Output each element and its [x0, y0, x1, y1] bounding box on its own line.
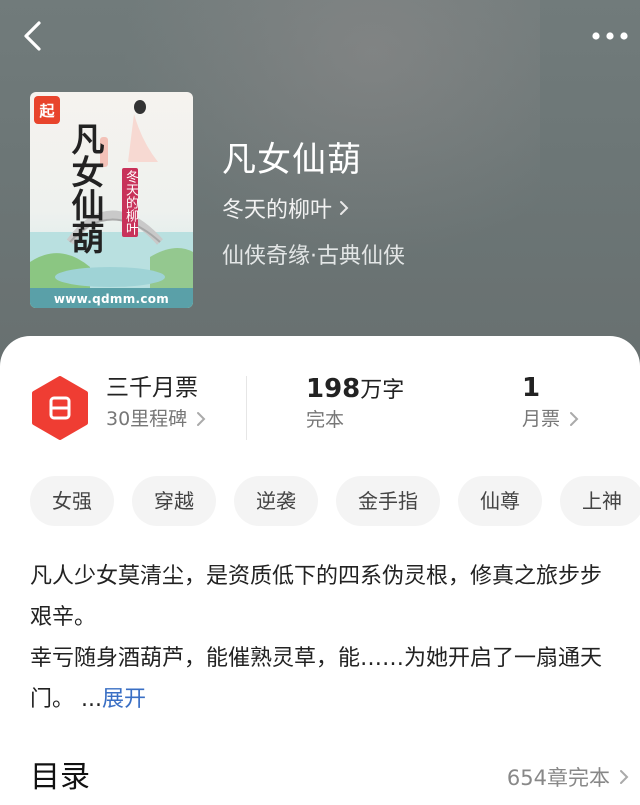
tag-chip[interactable]: 上神	[560, 476, 640, 526]
ticket-title: 三千月票	[106, 375, 198, 401]
book-genre: 仙侠奇缘·古典仙侠	[222, 244, 405, 269]
stats-divider	[246, 376, 247, 440]
word-count: 198万字 完本	[306, 372, 404, 435]
stats-row: 三千月票 30里程碑 198万字 完本 1 月票	[30, 372, 630, 452]
table-of-contents-row[interactable]: 目录 654章完本	[30, 756, 630, 800]
cover-url-text: www.qdmm.com	[53, 292, 170, 306]
more-options-button[interactable]	[588, 24, 632, 48]
word-count-number: 198	[306, 374, 361, 404]
word-count-unit: 万字	[360, 378, 405, 403]
chevron-right-icon	[570, 412, 579, 426]
tag-list: 女强 穿越 逆袭 金手指 仙尊 上神	[30, 476, 640, 526]
tag-chip[interactable]: 仙尊	[458, 476, 542, 526]
toc-title: 目录	[30, 760, 90, 795]
toc-chapter-count[interactable]: 654章完本	[507, 762, 630, 792]
ticket-milestone[interactable]: 三千月票 30里程碑	[106, 372, 207, 434]
tag-chip[interactable]: 金手指	[336, 476, 440, 526]
synopsis-line-1: 凡人少女莫清尘，是资质低下的四系伪灵根，修真之旅步步艰辛。	[30, 564, 603, 630]
cover-author-text: 冬天的柳叶	[122, 168, 138, 237]
chevron-right-icon	[340, 201, 349, 215]
tag-chip[interactable]: 逆袭	[234, 476, 318, 526]
tag-chip[interactable]: 穿越	[132, 476, 216, 526]
book-title: 凡女仙葫	[222, 140, 362, 180]
book-detail-panel: 三千月票 30里程碑 198万字 完本 1 月票 女强 穿越 逆袭 金手指 仙尊 上神	[0, 336, 640, 805]
cover-illustration	[30, 100, 193, 308]
toc-meta-text: 654章完本	[506, 766, 610, 790]
tag-chip[interactable]: 女强	[30, 476, 114, 526]
monthly-ticket-icon	[32, 376, 88, 440]
back-button[interactable]	[18, 20, 50, 52]
chevron-right-icon	[620, 770, 629, 784]
synopsis-ellipsis: ...	[81, 687, 102, 712]
monthly-votes[interactable]: 1 月票	[522, 372, 580, 434]
chevron-left-icon	[24, 21, 41, 51]
book-synopsis: 凡人少女莫清尘，是资质低下的四系伪灵根，修真之旅步步艰辛。 幸亏随身酒葫芦，能催…	[30, 556, 610, 720]
expand-synopsis-link[interactable]: 展开	[102, 687, 146, 712]
book-info: 凡女仙葫 冬天的柳叶 仙侠奇缘·古典仙侠	[222, 138, 405, 270]
author-name: 冬天的柳叶	[222, 198, 333, 223]
cover-title-text: 凡女仙葫	[66, 122, 105, 254]
book-cover[interactable]: 起 凡女仙葫 冬天的柳叶 www.qdmm.com	[30, 92, 193, 308]
author-link[interactable]: 冬天的柳叶	[222, 192, 405, 224]
book-status: 完本	[306, 409, 345, 431]
votes-number: 1	[522, 373, 541, 403]
ticket-sub: 30里程碑	[106, 408, 188, 430]
chevron-right-icon	[197, 412, 206, 426]
more-dots-icon	[592, 32, 628, 40]
votes-label: 月票	[522, 408, 561, 430]
